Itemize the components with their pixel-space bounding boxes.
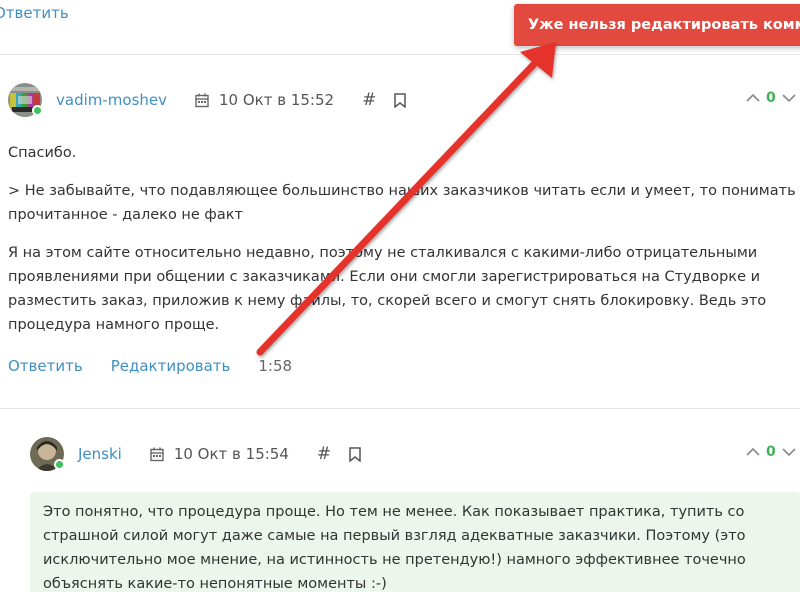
page: Ответить vadim-moshev 10 Окт в 15:52 # 0… — [0, 0, 800, 592]
annotation-arrow-icon — [256, 42, 556, 356]
